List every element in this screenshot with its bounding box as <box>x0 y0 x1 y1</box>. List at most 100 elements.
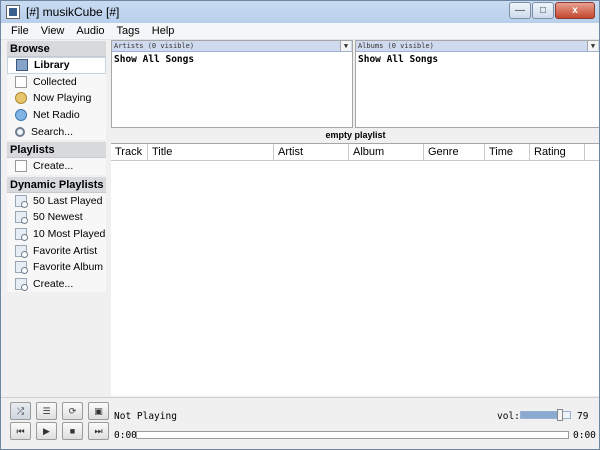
column-header-artist[interactable]: Artist <box>274 144 349 161</box>
volume-slider[interactable] <box>520 409 571 421</box>
volume-label: vol: <box>497 411 520 422</box>
column-header-genre[interactable]: Genre <box>424 144 485 161</box>
dynamic-playlist-icon <box>15 228 28 242</box>
previous-button[interactable]: ⏮ <box>10 422 31 440</box>
window-title: [#] musikCube [#] <box>26 5 120 19</box>
menu-view[interactable]: View <box>35 25 71 37</box>
chevron-down-icon: ▼ <box>343 42 349 50</box>
sidebar-item-create-dynamic[interactable]: Create... <box>7 275 106 293</box>
menu-bar: File View Audio Tags Help <box>1 23 599 40</box>
dynamic-playlists-header: Dynamic Playlists <box>7 176 106 193</box>
next-icon: ⏭ <box>94 425 103 436</box>
maximize-button[interactable]: □ <box>532 2 554 19</box>
sidebar-item-create-playlist[interactable]: Create... <box>7 157 106 175</box>
shuffle-button[interactable]: ⤮ <box>10 402 31 420</box>
app-window: [#] musikCube [#] — □ x File View Audio … <box>0 0 600 450</box>
document-icon <box>15 75 27 88</box>
sidebar-item-label: Net Radio <box>33 109 80 122</box>
sidebar-item-library[interactable]: Library <box>7 57 106 74</box>
repeat-icon: ⟳ <box>68 405 77 416</box>
sidebar-item-10-most-played[interactable]: 10 Most Played <box>7 225 106 243</box>
library-icon <box>16 59 28 72</box>
albums-dropdown-button[interactable]: ▼ <box>587 41 598 51</box>
crossfade-button[interactable]: ▣ <box>88 402 109 420</box>
menu-file[interactable]: File <box>1 25 35 37</box>
sidebar-item-label: Favorite Artist <box>33 244 98 257</box>
albums-show-all[interactable]: Show All Songs <box>356 52 599 65</box>
sidebar: Browse Library Collected Now Playing Net… <box>7 41 106 397</box>
sidebar-item-label: 50 Last Played <box>33 194 103 207</box>
next-button[interactable]: ⏭ <box>88 422 109 440</box>
dynamic-playlist-icon <box>15 261 28 275</box>
minimize-button[interactable]: — <box>509 2 531 19</box>
equalizer-button[interactable]: ☰ <box>36 402 57 420</box>
playlist-view[interactable]: Track Title Artist Album Genre Time Rati… <box>111 144 599 396</box>
equalizer-icon: ☰ <box>42 405 51 416</box>
artists-show-all[interactable]: Show All Songs <box>112 52 352 65</box>
artists-panel-header: Artists (0 visible) ▼ <box>112 41 352 52</box>
playlist-column-headers: Track Title Artist Album Genre Time Rati… <box>111 144 599 161</box>
sidebar-item-50-last-played[interactable]: 50 Last Played <box>7 192 106 210</box>
dynamic-playlist-icon <box>15 194 28 208</box>
sidebar-item-search[interactable]: Search... <box>7 123 106 140</box>
sidebar-item-collected[interactable]: Collected <box>7 73 106 91</box>
sidebar-item-now-playing[interactable]: Now Playing <box>7 90 106 107</box>
maximize-icon: □ <box>539 5 547 16</box>
dynamic-playlist-icon <box>15 277 28 291</box>
artists-dropdown-button[interactable]: ▼ <box>340 41 351 51</box>
chevron-down-icon: ▼ <box>590 42 596 50</box>
artists-panel: Artists (0 visible) ▼ Show All Songs <box>111 40 353 128</box>
stop-button[interactable]: ■ <box>62 422 83 440</box>
seek-bar[interactable] <box>136 431 569 439</box>
column-header-album[interactable]: Album <box>349 144 424 161</box>
globe-icon <box>15 109 27 122</box>
title-bar[interactable]: [#] musikCube [#] — □ x <box>1 1 599 23</box>
close-button[interactable]: x <box>555 2 595 19</box>
albums-panel: Albums (0 visible) ▼ Show All Songs <box>355 40 599 128</box>
search-icon <box>15 126 25 137</box>
menu-audio[interactable]: Audio <box>70 25 110 37</box>
previous-icon: ⏮ <box>16 425 25 436</box>
close-icon: x <box>572 5 578 16</box>
sidebar-item-favorite-artist[interactable]: Favorite Artist <box>7 242 106 259</box>
sidebar-item-label: Now Playing <box>33 92 92 105</box>
column-header-rating[interactable]: Rating <box>530 144 585 161</box>
time-total: 0:00 <box>573 430 596 441</box>
column-header-title[interactable]: Title <box>148 144 274 161</box>
sidebar-item-label: Search... <box>31 125 74 138</box>
player-controls: ⤮ ☰ ⟳ ▣ ⏮ ▶ ■ ⏭ Not Playing vol: 79 0:00… <box>1 397 599 449</box>
document-icon <box>15 160 27 173</box>
note-icon <box>15 92 27 105</box>
time-elapsed: 0:00 <box>114 430 137 441</box>
artists-header-label: Artists (0 visible) <box>114 42 195 50</box>
sidebar-item-label: Create... <box>33 160 74 173</box>
repeat-button[interactable]: ⟳ <box>62 402 83 420</box>
sidebar-item-label: Favorite Album <box>33 261 104 274</box>
sidebar-item-favorite-album[interactable]: Favorite Album <box>7 258 106 276</box>
dynamic-playlist-icon <box>15 211 28 225</box>
menu-help[interactable]: Help <box>146 25 181 37</box>
dynamic-playlist-icon <box>15 244 28 258</box>
sidebar-item-label: Create... <box>33 277 74 290</box>
sidebar-item-label: 50 Newest <box>33 211 83 224</box>
sidebar-item-50-newest[interactable]: 50 Newest <box>7 209 106 226</box>
albums-panel-header: Albums (0 visible) ▼ <box>356 41 599 52</box>
playlist-title: empty playlist <box>111 128 599 144</box>
browse-header: Browse <box>7 41 106 57</box>
playback-status: Not Playing <box>114 411 177 422</box>
column-header-time[interactable]: Time <box>485 144 530 161</box>
stop-icon: ■ <box>69 426 76 436</box>
playlists-header: Playlists <box>7 141 106 158</box>
shuffle-icon: ⤮ <box>16 405 25 416</box>
play-button[interactable]: ▶ <box>36 422 57 440</box>
menu-tags[interactable]: Tags <box>111 25 146 37</box>
column-header-track[interactable]: Track <box>111 144 148 161</box>
minimize-icon: — <box>515 5 525 16</box>
volume-thumb[interactable] <box>557 409 563 421</box>
sidebar-item-net-radio[interactable]: Net Radio <box>7 106 106 124</box>
sidebar-item-label: Library <box>34 59 70 72</box>
volume-fill <box>521 412 560 418</box>
play-icon: ▶ <box>43 425 50 436</box>
sidebar-item-label: 10 Most Played <box>33 228 106 241</box>
window-controls: — □ x <box>508 2 595 19</box>
